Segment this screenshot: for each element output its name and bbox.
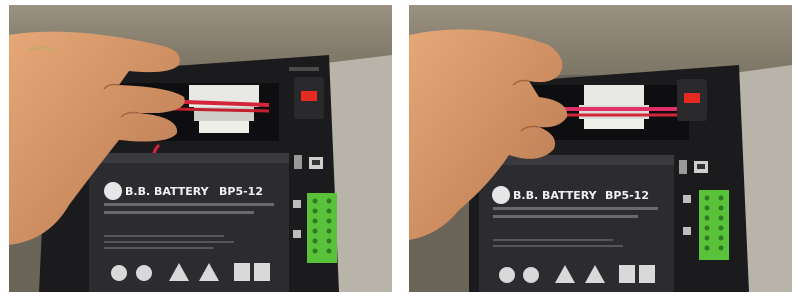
battery-model: BP5-12 <box>219 185 263 198</box>
red-led-display-icon <box>677 79 707 121</box>
green-terminal-block-icon <box>699 190 729 260</box>
battery-brand: B.B. BATTERY <box>513 189 598 202</box>
usb-port-icon <box>694 161 708 173</box>
battery-install-photo-2: B.B. BATTERY BP5-12 <box>409 5 792 292</box>
red-led-display-icon <box>294 77 324 119</box>
photo-right: B.B. BATTERY BP5-12 <box>409 5 792 292</box>
battery-brand: B.B. BATTERY <box>125 185 210 198</box>
usb-port-icon <box>309 157 323 169</box>
battery-model: BP5-12 <box>605 189 649 202</box>
battery-icon: B.B. BATTERY BP5-12 <box>479 155 674 292</box>
green-terminal-block-icon <box>307 193 337 263</box>
battery-icon: B.B. BATTERY BP5-12 <box>89 153 289 292</box>
battery-install-photo-1: B.B. BATTERY BP5-12 <box>9 5 392 292</box>
photo-left: B.B. BATTERY BP5-12 <box>9 5 392 292</box>
